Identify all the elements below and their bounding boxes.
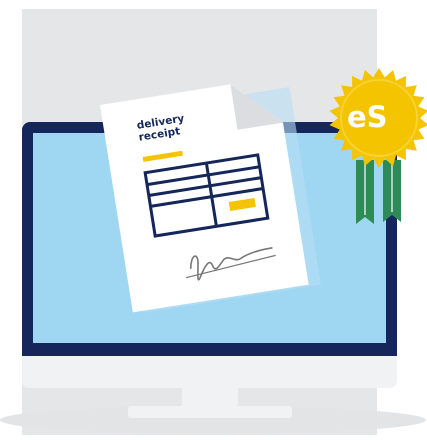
illustration-scene: delivery receipt eS [0,0,427,435]
seal-label: eS [347,102,388,132]
monitor-base [128,406,292,418]
monitor-chin [22,356,397,388]
illustration-svg [0,0,427,435]
delivery-receipt-document [100,75,321,314]
